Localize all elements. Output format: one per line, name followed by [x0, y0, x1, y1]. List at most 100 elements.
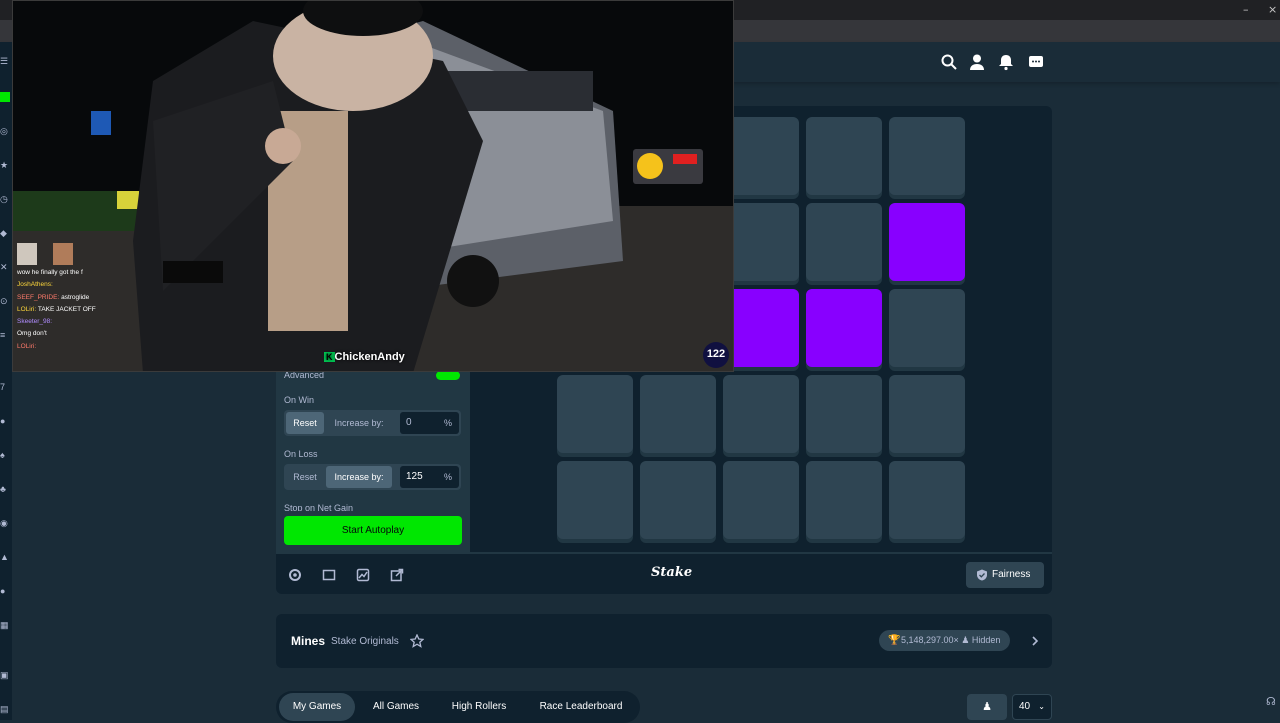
mine-tile[interactable]: [889, 375, 965, 453]
chatter-avatar: [17, 243, 37, 265]
hide-user-button[interactable]: ♟: [967, 694, 1007, 720]
on-loss-increase-button[interactable]: Increase by:: [326, 466, 392, 488]
live-casino-icon[interactable]: 7: [0, 382, 10, 392]
mine-tile[interactable]: [557, 375, 633, 453]
on-loss-reset-button[interactable]: Reset: [286, 466, 324, 488]
chat-icon[interactable]: [1027, 53, 1045, 71]
favorite-star-icon[interactable]: [410, 634, 424, 648]
chat-message: SEEF_PRIDE: astroglide: [17, 292, 96, 304]
fairness-button[interactable]: Fairness: [966, 562, 1044, 588]
game-provider[interactable]: Stake Originals: [331, 636, 399, 647]
advanced-toggle[interactable]: [436, 371, 460, 380]
on-win-reset-button[interactable]: Reset: [286, 412, 324, 434]
favorites-icon[interactable]: ★: [0, 160, 10, 170]
mine-tile[interactable]: [806, 375, 882, 453]
mine-tile[interactable]: [557, 461, 633, 539]
baccarat-icon[interactable]: ◉: [0, 518, 10, 528]
chat-username: SEEF_PRIDE:: [17, 293, 62, 301]
on-win-percent-input[interactable]: 0%: [400, 412, 459, 434]
game-title: Mines: [291, 634, 326, 648]
originals-icon[interactable]: ⊙: [0, 296, 10, 306]
challenges-icon[interactable]: ◆: [0, 228, 10, 238]
gem-tile[interactable]: [889, 203, 965, 281]
on-loss-label: On Loss: [284, 449, 318, 459]
stream-chat: wow he finally got the f JoshAthens: SEEF…: [17, 267, 96, 353]
mine-tile[interactable]: [806, 203, 882, 281]
fairness-label: Fairness: [992, 569, 1031, 580]
percent-icon: %: [443, 472, 452, 482]
mine-tile[interactable]: [723, 203, 799, 281]
on-win-value: 0: [406, 417, 412, 428]
trophy-icon: 🏆: [888, 635, 901, 646]
max-win-badge[interactable]: 🏆 5,148,297.00× ♟ Hidden: [879, 630, 1011, 651]
gem-tile[interactable]: [723, 289, 799, 367]
mine-tile[interactable]: [640, 375, 716, 453]
mine-tile[interactable]: [640, 461, 716, 539]
mine-tile[interactable]: [889, 289, 965, 367]
page-size-value: 40: [1019, 701, 1031, 712]
minimize-icon[interactable]: –: [1243, 3, 1249, 16]
popout-icon[interactable]: [390, 568, 404, 582]
tab-high-rollers[interactable]: High Rollers: [437, 693, 521, 721]
page-size-select[interactable]: 40 ⌄: [1012, 694, 1052, 720]
sports-icon[interactable]: ●: [0, 586, 10, 596]
chat-message: LOLiri: TAKE JACKET OFF: [17, 304, 96, 316]
game-toolbar: Stake Fairness: [276, 552, 1052, 594]
stats-icon[interactable]: [356, 568, 370, 582]
document-icon[interactable]: ▤: [0, 704, 10, 714]
on-win-group: Reset Increase by: 0%: [284, 410, 461, 436]
tab-my-games[interactable]: My Games: [279, 693, 355, 721]
casino-icon[interactable]: [0, 92, 10, 102]
mine-tile[interactable]: [889, 117, 965, 195]
chat-message: LOLiri:: [17, 341, 96, 353]
on-loss-percent-input[interactable]: 125%: [400, 466, 459, 488]
streamer-tag: K ChickenAndy: [324, 351, 405, 363]
game-info-bar: Mines Stake Originals 🏆 5,148,297.00× ♟ …: [276, 614, 1052, 668]
stake-logo: Stake: [651, 565, 693, 580]
mine-tile[interactable]: [723, 461, 799, 539]
mine-tile[interactable]: [806, 461, 882, 539]
slots-icon[interactable]: ≡: [0, 330, 10, 340]
theatre-mode-icon[interactable]: [322, 568, 336, 582]
grid-icon[interactable]: ▦: [0, 620, 10, 630]
settings-icon[interactable]: [288, 568, 302, 582]
percent-icon: %: [443, 418, 452, 428]
start-autoplay-button[interactable]: Start Autoplay: [284, 516, 462, 545]
on-win-increase-button[interactable]: Increase by:: [326, 412, 392, 434]
tab-race-leaderboard[interactable]: Race Leaderboard: [526, 693, 636, 721]
incognito-icon: ♟: [982, 701, 992, 713]
shield-icon: [977, 569, 987, 581]
promo-icon[interactable]: ◎: [0, 126, 10, 136]
chat-message: Omg don't: [17, 328, 96, 340]
menu-icon[interactable]: ☰: [0, 56, 10, 66]
close-icon[interactable]: ×: [1268, 3, 1277, 16]
blackjack-icon[interactable]: ♠: [0, 450, 10, 460]
hidden-user-icon: ♟: [961, 635, 972, 645]
max-multiplier: 5,148,297.00×: [901, 635, 959, 645]
chat-username: LOLiri:: [17, 305, 38, 313]
search-icon[interactable]: [940, 53, 958, 71]
publishers-icon[interactable]: ▲: [0, 552, 10, 562]
roulette-icon[interactable]: ♣: [0, 484, 10, 494]
on-loss-value: 125: [406, 471, 423, 482]
recent-icon[interactable]: ◷: [0, 194, 10, 204]
tab-all-games[interactable]: All Games: [360, 693, 432, 721]
bell-icon[interactable]: [997, 53, 1015, 71]
stream-video-overlay[interactable]: wow he finally got the f JoshAthens: SEEF…: [12, 0, 734, 372]
left-nav-rail: ☰ ◎ ★ ◷ ◆ ✕ ⊙ ≡ 7 ● ♠ ♣ ◉ ▲ ● ▦ ▣ ▤: [0, 42, 12, 720]
chat-username: Skeeter_98:: [17, 318, 53, 326]
mine-tile[interactable]: [806, 117, 882, 195]
chevron-right-icon[interactable]: [1030, 636, 1040, 646]
mine-tile[interactable]: [723, 117, 799, 195]
gift-icon[interactable]: ▣: [0, 670, 10, 680]
bets-tabs: My Games All Games High Rollers Race Lea…: [276, 691, 640, 723]
chat-username: JoshAthens:: [17, 281, 53, 289]
chatter-avatar: [53, 243, 73, 265]
support-icon[interactable]: ☊: [1266, 695, 1280, 709]
gem-tile[interactable]: [806, 289, 882, 367]
mine-tile[interactable]: [889, 461, 965, 539]
game-shows-icon[interactable]: ●: [0, 416, 10, 426]
bets-icon[interactable]: ✕: [0, 262, 10, 272]
mine-tile[interactable]: [723, 375, 799, 453]
user-icon[interactable]: [968, 53, 986, 71]
